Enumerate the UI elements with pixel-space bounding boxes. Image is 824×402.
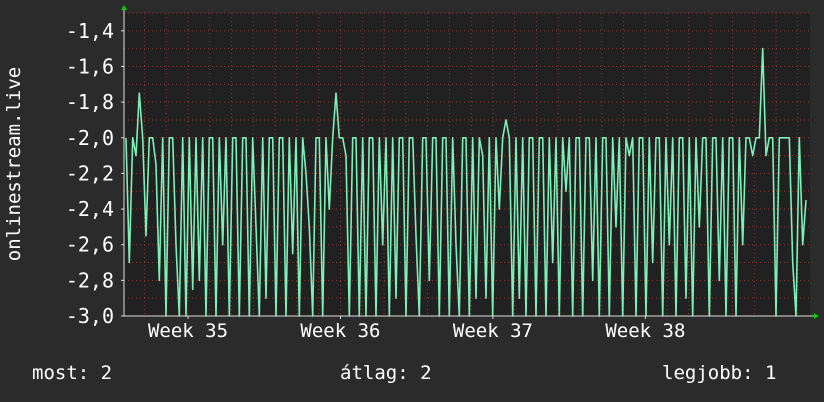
y-tick-label: -2,6	[66, 233, 114, 257]
chart-svg: -1,4 -1,6 -1,8 -2,0 -2,2 -2,4 -2,6 -2,8 -3,0 Wee…	[3, 5, 819, 342]
x-axis-arrow	[814, 313, 819, 319]
y-tick-label: -1,4	[66, 19, 114, 43]
x-tick-label: Week 38	[605, 320, 685, 342]
y-tick-label: -1,6	[66, 54, 114, 78]
y-tick-label: -1,8	[66, 90, 114, 114]
y-tick-label: -3,0	[66, 304, 114, 328]
stat-average: átlag: 2	[340, 362, 432, 384]
x-tick-label: Week 35	[148, 320, 228, 342]
chart-panel: -1,4 -1,6 -1,8 -2,0 -2,2 -2,4 -2,6 -2,8 -3,0 Wee…	[0, 0, 824, 402]
y-tick-labels: -1,4 -1,6 -1,8 -2,0 -2,2 -2,4 -2,6 -2,8 -3,0	[66, 19, 114, 328]
y-tick-label: -2,0	[66, 126, 114, 150]
stat-current: most: 2	[32, 362, 113, 384]
y-tick-label: -2,4	[66, 197, 114, 221]
x-tick-label: Week 37	[453, 320, 533, 342]
x-tick-labels: Week 35 Week 36 Week 37 Week 38	[148, 320, 685, 342]
y-axis-arrow	[121, 5, 127, 10]
y-tick-label: -2,2	[66, 161, 114, 185]
y-axis-label: onlinestream.live	[3, 67, 25, 261]
y-tick-label: -2,8	[66, 268, 114, 292]
x-tick-label: Week 36	[300, 320, 380, 342]
stat-best: legjobb: 1	[662, 362, 777, 384]
